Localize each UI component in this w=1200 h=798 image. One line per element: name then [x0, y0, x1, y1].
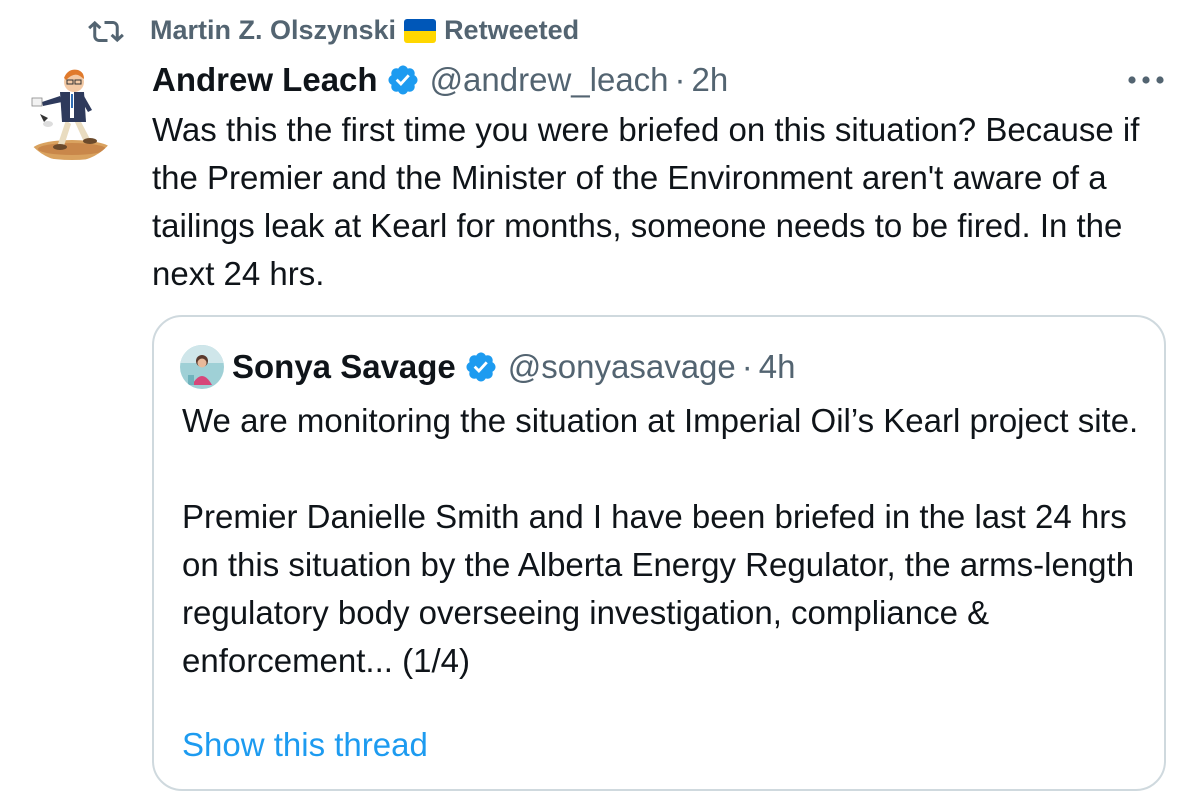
show-thread-link[interactable]: Show this thread	[182, 721, 428, 769]
quoted-paragraph-1: We are monitoring the situation at Imper…	[182, 402, 1139, 439]
quoted-paragraph-2: Premier Danielle Smith and I have been b…	[182, 498, 1135, 679]
tweet-text: Was this the first time you were briefed…	[152, 111, 1140, 292]
separator-dot: ·	[674, 61, 686, 98]
retweet-icon	[86, 13, 126, 47]
quoted-tweet-text: We are monitoring the situation at Imper…	[182, 397, 1152, 685]
quoted-tweet[interactable]: Sonya Savage @sonyasavage · 4h We are mo…	[152, 315, 1166, 791]
author-avatar[interactable]	[18, 58, 122, 162]
verified-badge-icon[interactable]	[464, 350, 498, 384]
tweet-card[interactable]: Martin Z. Olszynski Retweeted Andrew Lea…	[0, 0, 1200, 798]
retweeter-name[interactable]: Martin Z. Olszynski	[150, 15, 396, 46]
quoted-tweet-timestamp[interactable]: 4h	[759, 348, 796, 386]
ukraine-flag-icon	[404, 19, 437, 43]
quoted-author-display-name[interactable]: Sonya Savage	[232, 348, 456, 386]
more-options-icon[interactable]	[1122, 62, 1170, 98]
quoted-author-handle[interactable]: @sonyasavage	[508, 348, 736, 386]
author-display-name[interactable]: Andrew Leach	[152, 61, 378, 99]
tweet-header: Andrew Leach @andrew_leach · 2h	[152, 58, 728, 102]
quoted-author-avatar[interactable]	[180, 345, 224, 389]
tweet-timestamp[interactable]: 2h	[692, 61, 729, 99]
author-handle[interactable]: @andrew_leach	[430, 61, 669, 99]
retweeted-label: Retweeted	[444, 14, 580, 45]
retweet-context: Martin Z. Olszynski Retweeted	[86, 12, 579, 48]
separator-dot: ·	[741, 348, 753, 385]
verified-badge-icon[interactable]	[386, 63, 420, 97]
quoted-tweet-header: Sonya Savage @sonyasavage · 4h	[180, 345, 795, 389]
